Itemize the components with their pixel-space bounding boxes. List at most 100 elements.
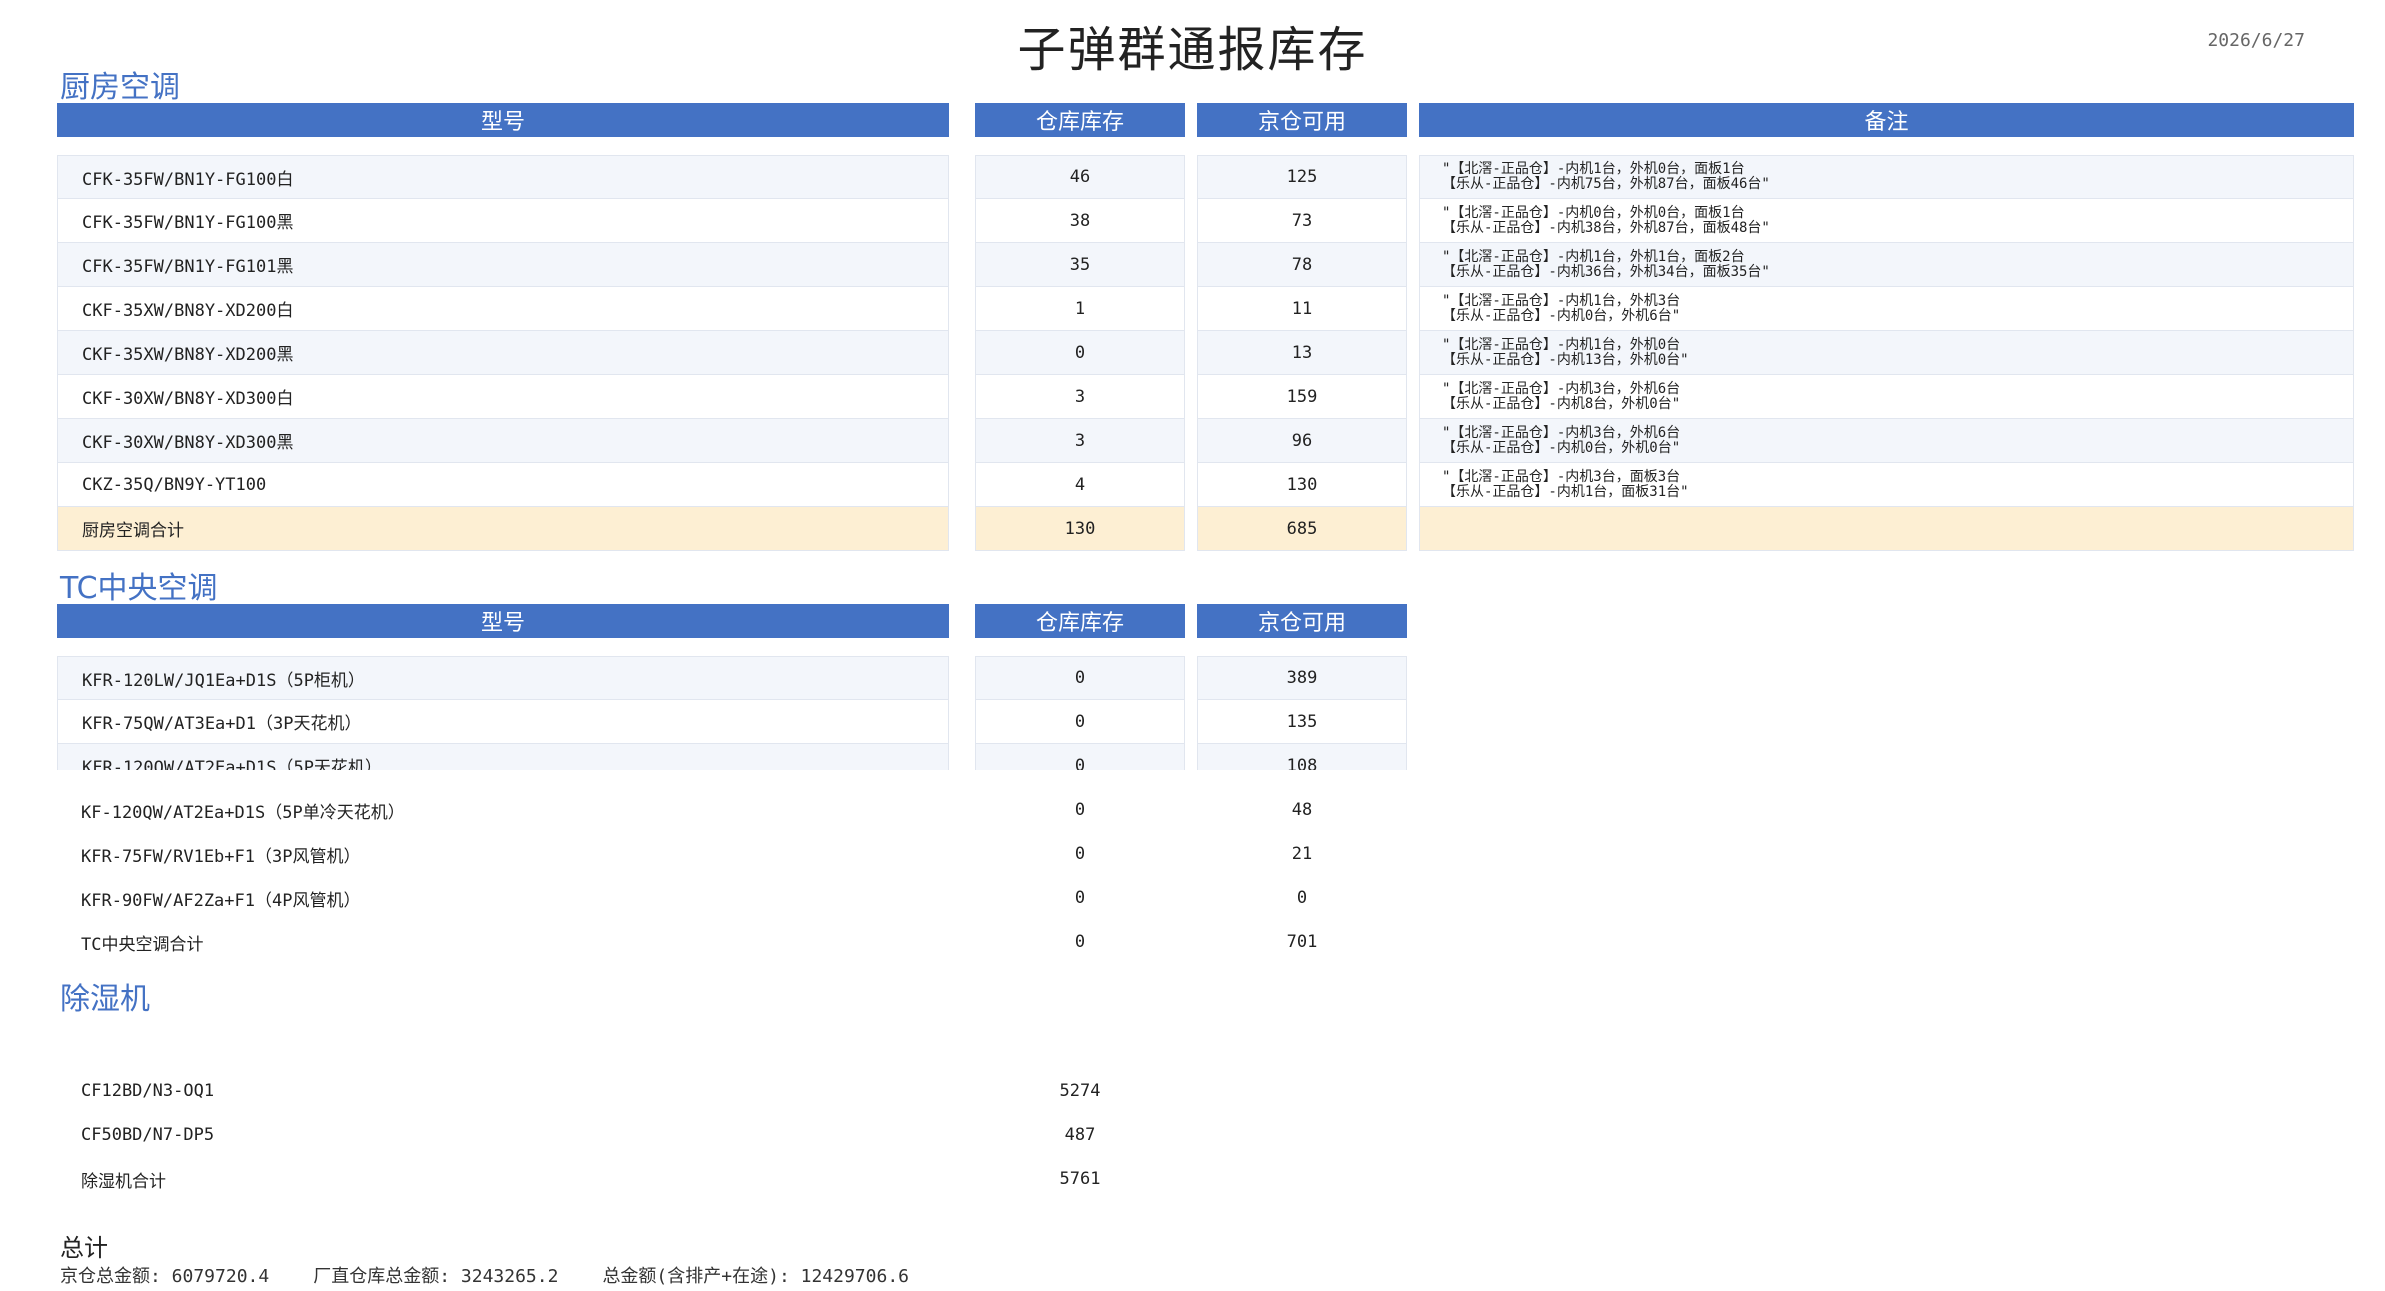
jd-cell: 21 <box>1291 844 1313 864</box>
model-cell: CKF-35XW/BN8Y-XD200白 <box>57 287 949 331</box>
total-label-cell: 除湿机合计 <box>81 1171 166 1192</box>
header-jd: 京仓可用 <box>1197 604 1407 638</box>
model-cell: CKF-35XW/BN8Y-XD200黑 <box>57 331 949 375</box>
total-jd-cell: 685 <box>1197 507 1407 551</box>
model-cell: CF50BD/N7-DP5 <box>81 1125 215 1145</box>
table-row: CFK-35FW/BN1Y-FG101黑 35 78 "【北滘-正品仓】-内机1… <box>0 243 2385 287</box>
stock-cell: 1 <box>975 287 1185 331</box>
table-row: CKF-30XW/BN8Y-XD300白 3 159 "【北滘-正品仓】-内机3… <box>0 375 2385 419</box>
stock-cell: 3 <box>975 375 1185 419</box>
table-row: CKF-35XW/BN8Y-XD200白 1 11 "【北滘-正品仓】-内机1台… <box>0 287 2385 331</box>
report-date: 2026/6/27 <box>2207 30 2305 51</box>
header-model: 型号 <box>57 604 949 638</box>
stock-cell: 0 <box>975 656 1185 700</box>
dehumidifier-table: CF12BD/N3-OQ1 5274 CF50BD/N7-DP5 487 除湿机… <box>0 1069 2385 1201</box>
jd-cell: 125 <box>1197 155 1407 199</box>
header-jd: 京仓可用 <box>1197 103 1407 137</box>
stock-cell: 0 <box>975 331 1185 375</box>
table-row <box>0 744 2385 788</box>
stock-cell: 46 <box>975 155 1185 199</box>
table-row: CKF-35XW/BN8Y-XD200黑 0 13 "【北滘-正品仓】-内机1台… <box>0 331 2385 375</box>
total-stock-cell: 0 <box>1074 932 1086 952</box>
table-row: KF-120QW/AT2Ea+D1S（5P单冷天花机） 0 48 <box>0 788 2385 832</box>
total-stock-cell: 5761 <box>1059 1169 1101 1189</box>
stock-cell: 3 <box>975 419 1185 463</box>
report-page: 子弹群通报库存 2026/6/27 厨房空调 型号 仓库库存 京仓可用 备注 C… <box>0 0 2385 1291</box>
stock-cell: 0 <box>975 700 1185 744</box>
model-cell: CFK-35FW/BN1Y-FG101黑 <box>57 243 949 287</box>
note-cell: "【北滘-正品仓】-内机1台，外机0台 【乐从-正品仓】-内机13台，外机0台" <box>1419 331 2354 375</box>
table-row: KFR-90FW/AF2Za+F1（4P风管机） 0 0 <box>0 876 2385 920</box>
header-note: 备注 <box>1419 103 2354 137</box>
note-cell: "【北滘-正品仓】-内机0台，外机0台，面板1台 【乐从-正品仓】-内机38台，… <box>1419 199 2354 243</box>
section-title-dehumidifier: 除湿机 <box>60 982 150 1017</box>
table-row: CFK-35FW/BN1Y-FG100白 46 125 "【北滘-正品仓】-内机… <box>0 155 2385 199</box>
note-cell: "【北滘-正品仓】-内机1台，外机3台 【乐从-正品仓】-内机0台，外机6台" <box>1419 287 2354 331</box>
table-row: CF50BD/N7-DP5 487 <box>0 1113 2385 1157</box>
jd-cell: 0 <box>1296 888 1308 908</box>
table-row: KFR-75FW/RV1Eb+F1（3P风管机） 0 21 <box>0 832 2385 876</box>
jd-cell: 389 <box>1197 656 1407 700</box>
summary-line: 京仓总金额: 6079720.4 厂直仓库总金额: 3243265.2 总金额(… <box>60 1262 909 1288</box>
table-row: CKF-30XW/BN8Y-XD300黑 3 96 "【北滘-正品仓】-内机3台… <box>0 419 2385 463</box>
total-row: 除湿机合计 5761 <box>0 1157 2385 1201</box>
total-row: TC中央空调合计 0 701 <box>0 920 2385 964</box>
model-cell: KFR-75FW/RV1Eb+F1（3P风管机） <box>81 846 361 867</box>
section-title-central: TC中央空调 <box>60 571 218 606</box>
model-cell: KFR-120LW/JQ1Ea+D1S（5P柜机） <box>57 656 949 700</box>
jd-total-amount: 京仓总金额: 6079720.4 <box>60 1266 270 1287</box>
table-row: CKZ-35Q/BN9Y-YT100 4 130 "【北滘-正品仓】-内机3台，… <box>0 463 2385 507</box>
model-cell: KF-120QW/AT2Ea+D1S（5P单冷天花机） <box>81 802 405 823</box>
jd-cell: 13 <box>1197 331 1407 375</box>
total-label-cell: 厨房空调合计 <box>57 507 949 551</box>
header-stock: 仓库库存 <box>975 103 1185 137</box>
model-cell: CKF-30XW/BN8Y-XD300白 <box>57 375 949 419</box>
grand-total-amount: 总金额(含排产+在途): 12429706.6 <box>602 1266 909 1287</box>
jd-cell: 96 <box>1197 419 1407 463</box>
jd-cell: 11 <box>1197 287 1407 331</box>
jd-cell: 78 <box>1197 243 1407 287</box>
stock-cell: 5274 <box>1059 1081 1101 1101</box>
model-cell: CF12BD/N3-OQ1 <box>81 1081 215 1101</box>
section-title-kitchen: 厨房空调 <box>60 70 180 105</box>
summary-title: 总计 <box>60 1234 108 1262</box>
header-stock: 仓库库存 <box>975 604 1185 638</box>
model-cell: CKF-30XW/BN8Y-XD300黑 <box>57 419 949 463</box>
jd-cell: 159 <box>1197 375 1407 419</box>
jd-cell: 135 <box>1197 700 1407 744</box>
jd-cell: 73 <box>1197 199 1407 243</box>
note-cell: "【北滘-正品仓】-内机1台，外机1台，面板2台 【乐从-正品仓】-内机36台，… <box>1419 243 2354 287</box>
table-row: CF12BD/N3-OQ1 5274 <box>0 1069 2385 1113</box>
kitchen-table: CFK-35FW/BN1Y-FG100白 46 125 "【北滘-正品仓】-内机… <box>0 155 2385 551</box>
total-jd-cell: 701 <box>1286 932 1318 952</box>
model-cell: CFK-35FW/BN1Y-FG100白 <box>57 155 949 199</box>
table-row: KFR-75QW/AT3Ea+D1（3P天花机） 0 135 <box>0 700 2385 744</box>
jd-cell: 48 <box>1291 800 1313 820</box>
jd-cell: 130 <box>1197 463 1407 507</box>
total-label-cell: TC中央空调合计 <box>81 934 204 955</box>
stock-cell: 487 <box>1064 1125 1096 1145</box>
model-cell: KFR-75QW/AT3Ea+D1（3P天花机） <box>57 700 949 744</box>
note-cell: "【北滘-正品仓】-内机3台，外机6台 【乐从-正品仓】-内机8台，外机0台" <box>1419 375 2354 419</box>
table-row: KFR-120LW/JQ1Ea+D1S（5P柜机） 0 389 <box>0 656 2385 700</box>
stock-cell: 4 <box>975 463 1185 507</box>
note-cell: "【北滘-正品仓】-内机1台，外机0台，面板1台 【乐从-正品仓】-内机75台，… <box>1419 155 2354 199</box>
total-stock-cell: 130 <box>975 507 1185 551</box>
model-cell: CKZ-35Q/BN9Y-YT100 <box>57 463 949 507</box>
central-table-plain: KF-120QW/AT2Ea+D1S（5P单冷天花机） 0 48 KFR-75F… <box>0 744 2385 964</box>
total-row: 厨房空调合计 130 685 <box>0 507 2385 551</box>
page-title: 子弹群通报库存 <box>1017 22 1368 78</box>
stock-cell: 0 <box>1074 844 1086 864</box>
model-cell: KFR-90FW/AF2Za+F1（4P风管机） <box>81 890 361 911</box>
stock-cell: 0 <box>1074 888 1086 908</box>
stock-cell: 35 <box>975 243 1185 287</box>
header-model: 型号 <box>57 103 949 137</box>
stock-cell: 0 <box>1074 800 1086 820</box>
total-note-cell <box>1419 507 2354 551</box>
stock-cell: 38 <box>975 199 1185 243</box>
note-cell: "【北滘-正品仓】-内机3台，面板3台 【乐从-正品仓】-内机1台，面板31台" <box>1419 463 2354 507</box>
note-cell: "【北滘-正品仓】-内机3台，外机6台 【乐从-正品仓】-内机0台，外机0台" <box>1419 419 2354 463</box>
model-cell: CFK-35FW/BN1Y-FG100黑 <box>57 199 949 243</box>
factory-total-amount: 厂直仓库总金额: 3243265.2 <box>313 1266 559 1287</box>
table-row: CFK-35FW/BN1Y-FG100黑 38 73 "【北滘-正品仓】-内机0… <box>0 199 2385 243</box>
